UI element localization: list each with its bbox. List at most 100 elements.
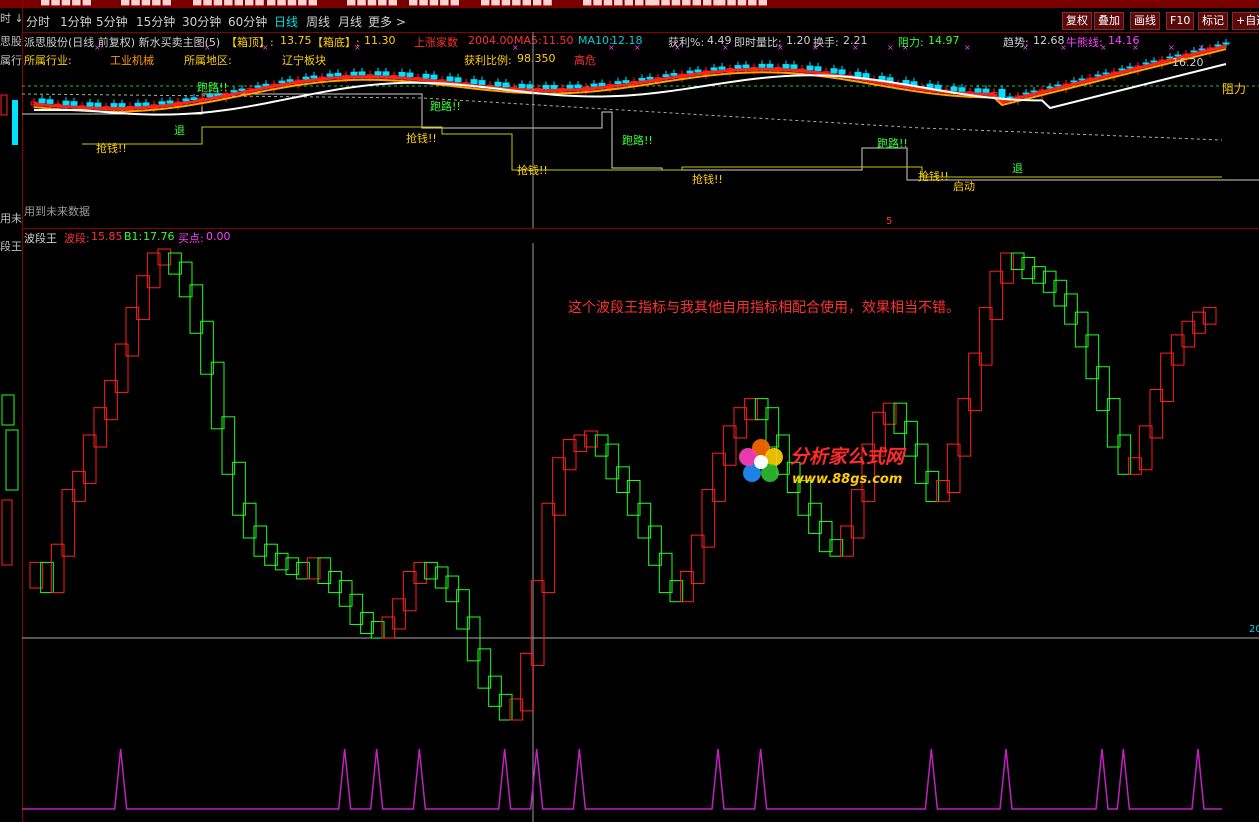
signal-bottom-mark: 5: [886, 216, 893, 227]
resistance-label: 阻力: [1222, 82, 1247, 96]
tool-button[interactable]: 标记: [1198, 12, 1228, 30]
price-candle: [958, 87, 966, 92]
period-tab[interactable]: 分时: [26, 13, 50, 30]
flower-logo-icon: [739, 439, 783, 482]
high-price-label: 16.20: [1172, 56, 1204, 69]
price-candle: [718, 66, 726, 70]
price-candle: [494, 81, 502, 87]
tool-button[interactable]: 画线: [1130, 12, 1160, 30]
price-candle: [982, 88, 990, 93]
signal-pullback: 抢钱!!: [517, 164, 548, 177]
price-candle: [862, 73, 870, 79]
price-candle: [238, 88, 246, 91]
magenta-x-marker: ×: [1022, 43, 1029, 52]
signal-start: 启动: [953, 180, 975, 193]
price-candle: [806, 65, 814, 71]
price-candle: [262, 83, 270, 87]
magenta-x-marker: ×: [1132, 43, 1139, 52]
menubar-item[interactable]: ■■■■■■■: [480, 0, 553, 7]
menubar-item[interactable]: ■■■■■■■: [650, 0, 723, 7]
menubar-item[interactable]: ■■■■■: [716, 0, 768, 7]
signal-pullback: 抢钱!!: [918, 170, 949, 183]
price-candle: [518, 83, 526, 89]
menubar[interactable]: ■■■■■ ■■■■■ ■■■■■■■ ■■■■■ ■■■■■ ■■■■■ ■■■■■■■ ■…: [0, 0, 1259, 8]
price-candle: [838, 69, 846, 75]
wave-bar: [541, 502, 556, 594]
period-tab[interactable]: 30分钟: [182, 13, 221, 30]
period-tab[interactable]: 日线: [274, 13, 298, 30]
magenta-x-marker: ×: [887, 43, 894, 52]
price-candle: [1022, 92, 1030, 95]
price-candle: [182, 98, 190, 102]
period-tab[interactable]: 15分钟: [136, 13, 175, 30]
period-tab[interactable]: 月线: [338, 13, 362, 30]
menubar-item[interactable]: ■■■■■: [40, 0, 92, 7]
magenta-x-marker: ×: [674, 43, 681, 52]
menubar-item[interactable]: ■■■■■: [346, 0, 398, 7]
menubar-item[interactable]: ■■■■■: [266, 0, 318, 7]
price-candle: [1054, 84, 1062, 87]
price-candle: [70, 101, 78, 106]
buy-value: 0.00: [206, 230, 231, 243]
price-candle: [334, 72, 342, 77]
menubar-item[interactable]: ■■■■■■■: [192, 0, 265, 7]
price-candle: [1126, 66, 1134, 69]
ma-red-line: [33, 44, 1227, 111]
tool-button[interactable]: F10: [1166, 12, 1195, 30]
price-candle: [1142, 62, 1150, 65]
wave-value: 15.85: [91, 230, 123, 243]
period-tab[interactable]: 1分钟: [60, 13, 92, 30]
signal-pullback: 抢钱!!: [406, 132, 437, 145]
magenta-x-marker: ×: [354, 43, 361, 52]
price-candle: [1030, 90, 1038, 93]
price-candle: [118, 103, 126, 108]
magenta-x-marker: ×: [812, 43, 819, 52]
future-data-note: 用到未来数据: [24, 205, 90, 218]
price-candle: [1094, 74, 1102, 77]
period-tab[interactable]: 周线: [306, 13, 330, 30]
tool-button[interactable]: +自选: [1232, 12, 1259, 30]
magenta-x-marker: ×: [94, 43, 101, 52]
period-tab[interactable]: 5分钟: [96, 13, 128, 30]
period-tab[interactable]: 60分钟: [228, 13, 267, 30]
price-candle: [598, 82, 606, 87]
price-candle: [358, 71, 366, 76]
price-candle: [62, 100, 70, 106]
price-candle: [142, 102, 150, 106]
price-candle: [742, 64, 750, 69]
signal-retreat: 退: [1012, 162, 1023, 175]
signal-run: 跑路!!: [430, 100, 461, 113]
left-strip-panel: 时 ↓ 思股份 属行业 用未来 段王: [0, 0, 23, 822]
signal-run: 跑路!!: [877, 137, 908, 150]
price-candle: [710, 67, 718, 71]
price-candle: [1214, 44, 1222, 47]
price-candle: [446, 76, 454, 82]
price-candle: [790, 64, 798, 69]
tool-button[interactable]: 复权: [1062, 12, 1092, 30]
menubar-item[interactable]: ■■■■■■■: [582, 0, 655, 7]
signal-pullback: 抢钱!!: [692, 173, 723, 186]
price-candle: [782, 64, 790, 69]
menubar-item[interactable]: ■■■■■: [120, 0, 172, 7]
b1-label: B1:: [124, 230, 143, 243]
magenta-x-marker: ×: [722, 43, 729, 52]
left-strip-candles: [0, 94, 19, 566]
price-candle: [1046, 86, 1054, 89]
price-candle: [350, 71, 358, 76]
period-tab[interactable]: 更多 >: [368, 13, 406, 30]
price-candle: [1078, 78, 1086, 81]
price-candle: [286, 79, 294, 82]
price-candle: [454, 77, 462, 83]
signal-run: 跑路!!: [197, 81, 228, 94]
price-candle: [422, 73, 430, 79]
magenta-x-marker: ×: [1060, 43, 1067, 52]
wave-chart[interactable]: [22, 243, 1259, 822]
menubar-item[interactable]: ■■■■■: [408, 0, 460, 7]
panel-divider: [22, 228, 1259, 229]
price-candle: [830, 68, 838, 74]
magenta-x-marker: ×: [634, 43, 641, 52]
signal-retreat: 退: [174, 124, 185, 137]
tool-button[interactable]: 叠加: [1094, 12, 1124, 30]
price-chart[interactable]: × × × × × × × × × × × × × × × × × × × × ×: [22, 32, 1259, 228]
price-candle: [1222, 42, 1230, 45]
